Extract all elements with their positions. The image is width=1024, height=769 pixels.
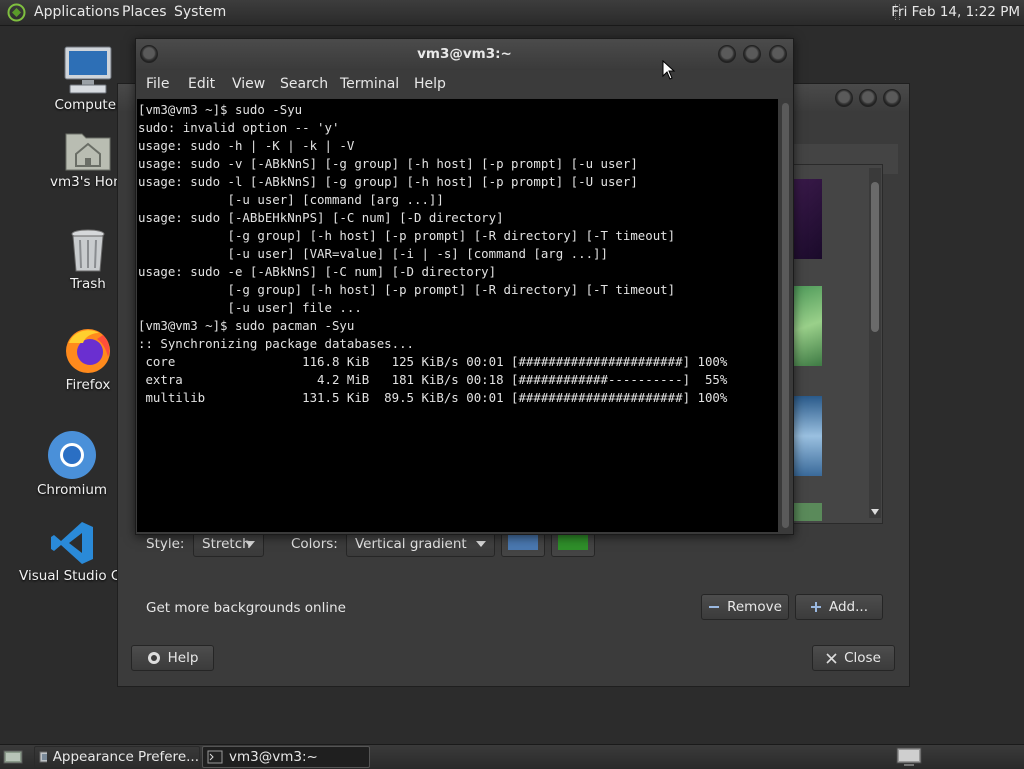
trash-icon <box>71 229 105 272</box>
minimize-button[interactable] <box>718 45 736 63</box>
terminal-scrollbar[interactable] <box>779 99 792 532</box>
appearance-app-icon <box>39 751 47 763</box>
colors-label: Colors: <box>291 536 338 552</box>
taskbar-task-label: vm3@vm3:~ <box>229 749 318 765</box>
colors-combo-value: Vertical gradient <box>355 535 467 552</box>
scroll-down-icon[interactable] <box>871 509 879 515</box>
firefox-icon <box>66 329 110 373</box>
remove-button[interactable]: Remove <box>701 594 789 620</box>
style-label: Style: <box>146 536 185 552</box>
close-icon <box>826 652 837 664</box>
background-thumbnail[interactable] <box>794 179 822 259</box>
scrollbar-thumb[interactable] <box>871 182 879 332</box>
taskbar-task-label: Appearance Prefere... <box>52 749 199 765</box>
remove-button-label: Remove <box>727 599 782 615</box>
mouse-pointer-icon <box>662 60 676 80</box>
menu-help[interactable]: Help <box>414 76 446 92</box>
distro-logo-icon[interactable] <box>7 3 26 22</box>
menu-file[interactable]: File <box>146 76 169 92</box>
menu-view[interactable]: View <box>232 76 265 92</box>
background-thumbnail[interactable] <box>794 286 822 366</box>
scrollbar-thumb[interactable] <box>782 103 789 528</box>
computer-icon <box>64 46 112 94</box>
terminal-menubar: File Edit View Search Terminal Help <box>136 70 793 98</box>
desktop-icon-chromium[interactable]: Chromium <box>17 430 127 498</box>
terminal-window: vm3@vm3:~ File Edit View Search Terminal… <box>135 38 794 535</box>
menu-edit[interactable]: Edit <box>188 76 215 92</box>
background-list-scrollbar[interactable] <box>869 168 881 518</box>
taskbar-appearance-preferences[interactable]: Appearance Prefere... <box>34 746 200 768</box>
terminal-output: [vm3@vm3 ~]$ sudo -Syu sudo: invalid opt… <box>138 102 728 405</box>
style-combo-value: Stretch <box>202 535 251 552</box>
close-window-button[interactable] <box>883 89 901 107</box>
minimize-button[interactable] <box>835 89 853 107</box>
close-button-label: Close <box>844 650 881 666</box>
terminal-screen[interactable]: [vm3@vm3 ~]$ sudo -Syu sudo: invalid opt… <box>137 99 778 532</box>
add-button[interactable]: Add... <box>795 594 883 620</box>
terminal-title: vm3@vm3:~ <box>417 46 512 62</box>
maximize-button[interactable] <box>859 89 877 107</box>
help-button[interactable]: Help <box>131 645 214 671</box>
maximize-button[interactable] <box>743 45 761 63</box>
close-button[interactable]: Close <box>812 645 895 671</box>
secondary-color-swatch <box>558 535 588 550</box>
menu-terminal[interactable]: Terminal <box>340 76 399 92</box>
system-menu[interactable]: System <box>174 4 226 20</box>
show-desktop-icon[interactable] <box>3 749 23 765</box>
help-button-label: Help <box>167 650 199 666</box>
plus-icon <box>810 602 821 612</box>
help-lifebuoy-icon <box>147 652 160 664</box>
menu-search[interactable]: Search <box>280 76 328 92</box>
minus-icon <box>709 606 720 608</box>
chevron-down-icon <box>245 541 255 547</box>
clock[interactable]: Fri Feb 14, 1:22 PM <box>891 4 1020 20</box>
taskbar-terminal[interactable]: vm3@vm3:~ <box>202 746 370 768</box>
desktop-icon-label: vm3's Home <box>50 174 126 190</box>
terminal-app-icon <box>207 750 223 764</box>
chevron-down-icon <box>476 541 486 547</box>
desktop-icon-vscode[interactable]: Visual Studio Code <box>17 520 127 584</box>
workspace-switcher-icon[interactable] <box>896 747 922 767</box>
chromium-icon <box>48 431 96 479</box>
applications-menu[interactable]: Applications <box>34 4 120 20</box>
add-button-label: Add... <box>828 599 868 615</box>
desktop-icon-label: Chromium <box>36 482 108 498</box>
close-window-button[interactable] <box>769 45 787 63</box>
top-panel: Applications Places System Fri Feb 14, 1… <box>0 0 1024 26</box>
places-menu[interactable]: Places <box>122 4 167 20</box>
background-thumbnail[interactable] <box>794 396 822 476</box>
bottom-taskbar: Appearance Prefere... vm3@vm3:~ <box>0 744 1024 769</box>
primary-color-swatch <box>508 535 538 550</box>
background-thumbnail[interactable] <box>794 503 822 521</box>
desktop-icon-label: Visual Studio Code <box>19 568 121 584</box>
home-folder-icon <box>65 133 111 171</box>
vscode-icon <box>51 522 93 564</box>
terminal-titlebar[interactable]: vm3@vm3:~ <box>136 39 793 69</box>
more-backgrounds-link[interactable]: Get more backgrounds online <box>146 600 346 616</box>
